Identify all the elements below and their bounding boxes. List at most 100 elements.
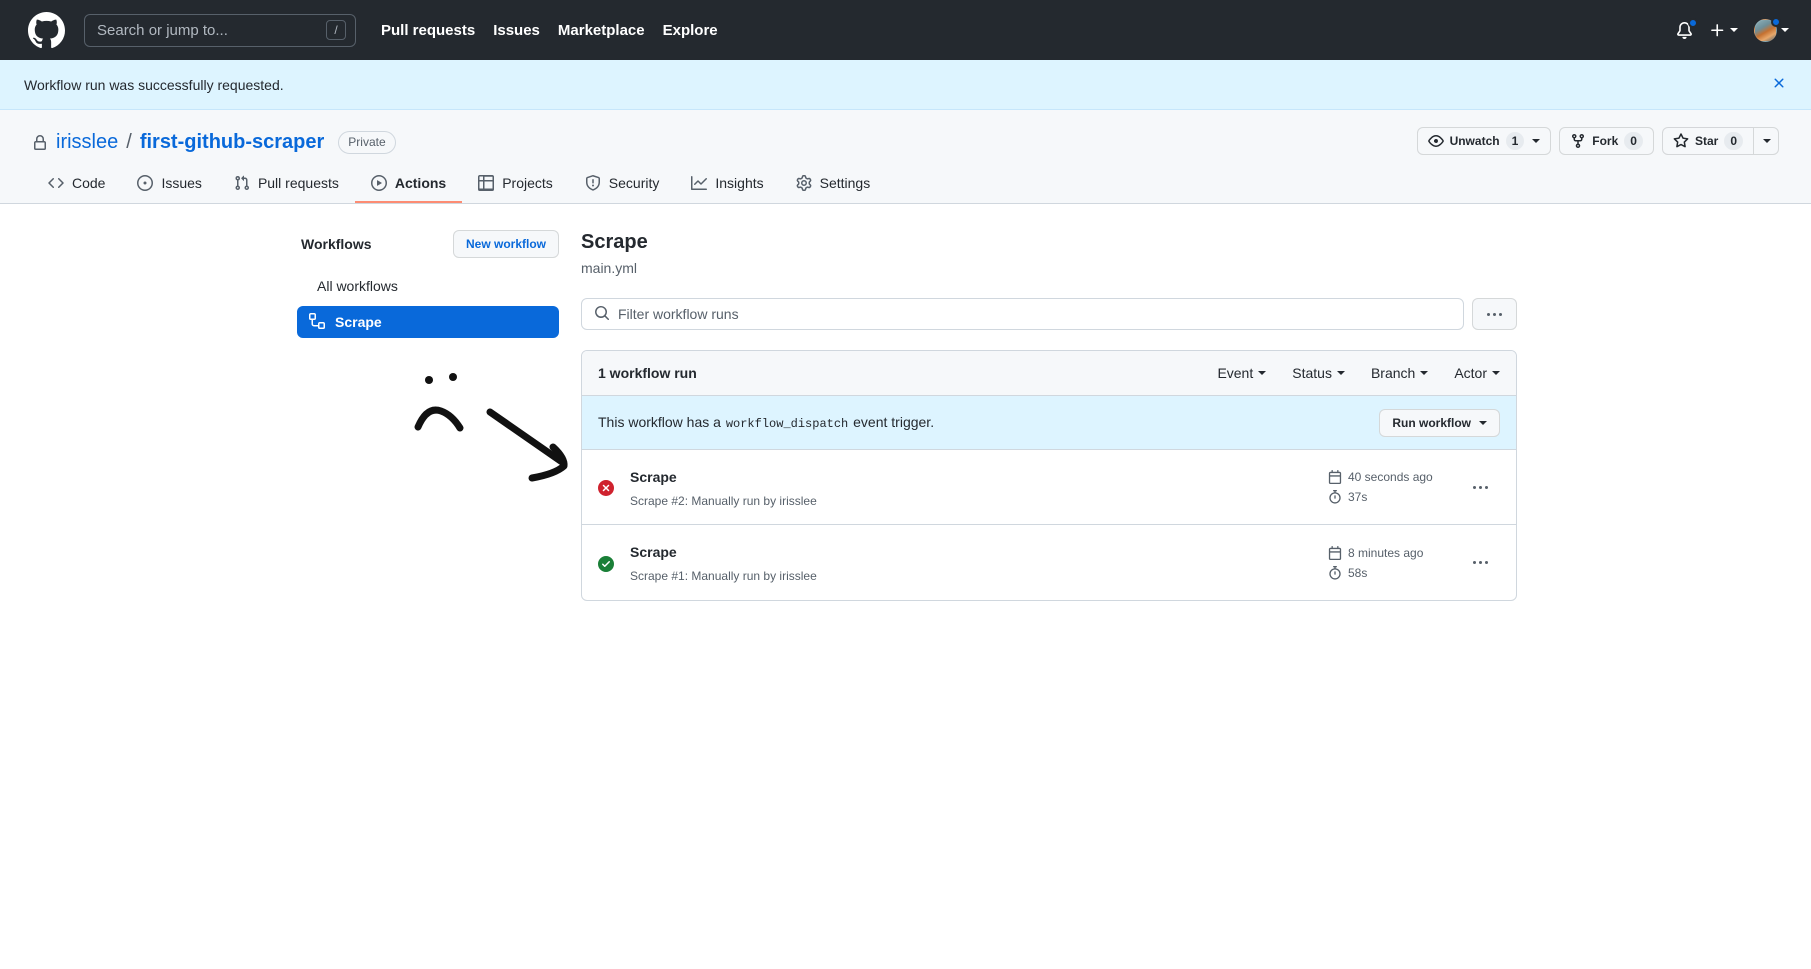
star-button-group: Star 0 — [1661, 127, 1779, 155]
global-header: Search or jump to... / Pull requests Iss… — [0, 0, 1811, 60]
fork-button-label: Fork — [1592, 134, 1619, 148]
calendar-icon — [1328, 470, 1342, 484]
run-name[interactable]: Scrape — [630, 542, 1328, 563]
calendar-icon — [1328, 545, 1342, 560]
notifications-button[interactable] — [1667, 15, 1701, 45]
notification-indicator-dot — [1688, 18, 1698, 28]
filter-workflow-runs-input[interactable]: Filter workflow runs — [581, 298, 1464, 330]
tab-security[interactable]: Security — [569, 168, 676, 203]
chevron-down-icon — [1479, 420, 1487, 425]
search-shortcut-key: / — [326, 20, 346, 40]
filter-actor-label: Actor — [1454, 365, 1487, 381]
global-header-right — [1667, 15, 1789, 45]
workflow-file-name: main.yml — [581, 260, 638, 276]
star-dropdown-button[interactable] — [1753, 127, 1779, 155]
tab-settings-label: Settings — [819, 175, 871, 191]
account-menu-button[interactable] — [1746, 16, 1789, 42]
flash-message: Workflow run was successfully requested. — [24, 76, 284, 93]
dispatch-text-before: This workflow has a — [598, 414, 721, 430]
kebab-horizontal-icon[interactable] — [1472, 298, 1517, 330]
chevron-down-icon — [1532, 139, 1541, 143]
account-indicator-dot — [1771, 16, 1781, 27]
run-time-label: 8 minutes ago — [1348, 545, 1424, 560]
filter-status[interactable]: Status — [1292, 365, 1345, 381]
tab-insights[interactable]: Insights — [675, 168, 779, 203]
sidebar-item-label: All workflows — [317, 278, 398, 294]
run-workflow-label: Run workflow — [1392, 415, 1471, 430]
close-icon[interactable] — [1771, 75, 1787, 95]
play-icon — [370, 175, 387, 191]
global-nav-pull-requests[interactable]: Pull requests — [372, 22, 484, 39]
filter-status-label: Status — [1292, 365, 1332, 381]
git-pull-request-icon — [234, 175, 250, 191]
shield-icon — [585, 175, 601, 191]
tab-actions[interactable]: Actions — [354, 168, 463, 203]
create-new-button[interactable] — [1701, 22, 1746, 39]
tab-code[interactable]: Code — [32, 168, 121, 203]
run-meta: 40 seconds ago 37s — [1328, 470, 1448, 504]
tab-insights-label: Insights — [715, 175, 764, 191]
run-duration: 58s — [1328, 565, 1367, 580]
watch-count: 1 — [1505, 132, 1525, 150]
filter-event[interactable]: Event — [1217, 365, 1267, 381]
dispatch-event-code: workflow_dispatch — [725, 417, 849, 431]
run-time-label: 40 seconds ago — [1348, 470, 1433, 484]
star-button[interactable]: Star 0 — [1661, 127, 1753, 155]
run-workflow-button[interactable]: Run workflow — [1379, 408, 1500, 437]
repo-name-link[interactable]: first-github-scraper — [140, 131, 324, 154]
tab-projects[interactable]: Projects — [462, 168, 569, 203]
code-icon — [48, 175, 64, 191]
chevron-down-icon — [1492, 371, 1500, 375]
filter-placeholder: Filter workflow runs — [618, 306, 739, 322]
repo-owner-link[interactable]: irisslee — [56, 131, 118, 154]
fork-icon — [1572, 134, 1585, 149]
filter-branch[interactable]: Branch — [1370, 365, 1429, 381]
table-row[interactable]: Scrape Scrape #2: Manually run by irissl… — [582, 450, 1516, 525]
repository-tabs: Code Issues Pull requests Actions Projec… — [0, 168, 1811, 203]
tab-pull-requests-label: Pull requests — [257, 175, 339, 191]
gear-icon — [796, 175, 812, 191]
tab-issues-label: Issues — [161, 175, 202, 191]
sidebar-item-all-workflows[interactable]: All workflows — [297, 270, 559, 302]
stopwatch-icon — [1329, 565, 1341, 580]
workflow-runs-header: 1 workflow run Event Status Branch Actor — [582, 351, 1516, 396]
global-nav-explore[interactable]: Explore — [654, 22, 727, 39]
run-name[interactable]: Scrape — [630, 467, 1328, 488]
run-description: Scrape #1: Manually run by irisslee — [630, 569, 817, 583]
workflows-list: All workflows Scrape — [297, 270, 559, 338]
filter-actor[interactable]: Actor — [1454, 365, 1500, 381]
fork-button[interactable]: Fork 0 — [1559, 127, 1654, 155]
tab-settings[interactable]: Settings — [780, 168, 887, 203]
lock-icon — [32, 134, 48, 151]
workflow-dispatch-banner: This workflow has a workflow_dispatch ev… — [582, 396, 1516, 450]
issue-opened-icon — [137, 175, 154, 191]
run-overflow-menu-button[interactable] — [1460, 561, 1500, 564]
star-count: 0 — [1724, 132, 1743, 150]
global-nav-issues[interactable]: Issues — [484, 22, 549, 39]
eye-icon — [1427, 135, 1444, 147]
run-details: Scrape Scrape #2: Manually run by irissl… — [622, 467, 1328, 508]
chevron-down-icon — [1730, 28, 1738, 32]
global-nav: Pull requests Issues Marketplace Explore — [372, 22, 727, 39]
filter-branch-label: Branch — [1370, 365, 1416, 381]
global-nav-marketplace[interactable]: Marketplace — [549, 22, 654, 39]
stopwatch-icon — [1329, 490, 1341, 504]
run-details: Scrape Scrape #1: Manually run by irissl… — [622, 542, 1328, 583]
run-duration-label: 37s — [1348, 490, 1368, 504]
table-row[interactable]: Scrape Scrape #1: Manually run by irissl… — [582, 525, 1516, 600]
tab-projects-label: Projects — [502, 175, 553, 191]
run-overflow-menu-button[interactable] — [1460, 485, 1500, 489]
watch-button[interactable]: Unwatch 1 — [1416, 127, 1552, 155]
tab-pull-requests[interactable]: Pull requests — [218, 168, 355, 203]
tab-security-label: Security — [608, 175, 660, 191]
tab-actions-label: Actions — [394, 175, 447, 191]
new-workflow-button[interactable]: New workflow — [452, 230, 559, 258]
status-badge — [598, 478, 622, 496]
github-mark-icon[interactable] — [28, 11, 65, 49]
chevron-down-icon — [1420, 371, 1429, 375]
search-input[interactable]: Search or jump to... / — [84, 13, 356, 47]
flash-banner: Workflow run was successfully requested. — [0, 60, 1811, 110]
graph-icon — [691, 175, 708, 191]
tab-issues[interactable]: Issues — [121, 168, 217, 203]
sidebar-item-scrape[interactable]: Scrape — [297, 306, 559, 338]
